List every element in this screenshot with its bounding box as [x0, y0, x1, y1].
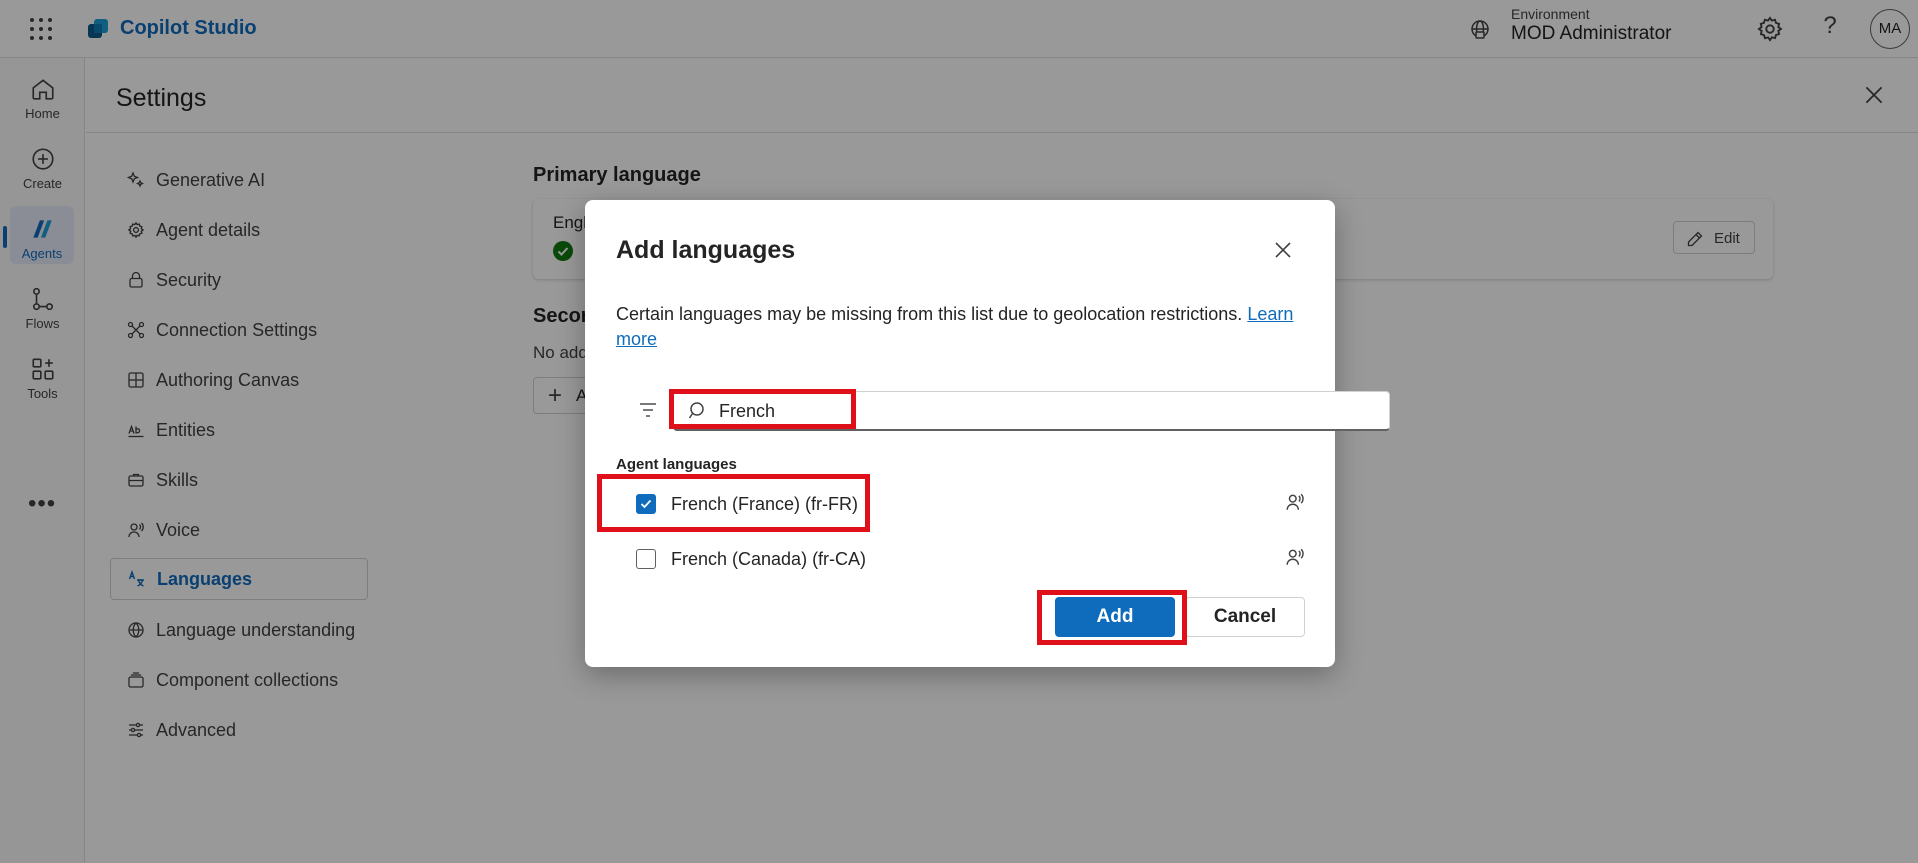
agent-languages-label: Agent languages [616, 456, 737, 473]
voice-icon [1286, 493, 1304, 510]
cancel-button[interactable]: Cancel [1185, 597, 1305, 637]
dialog-title: Add languages [616, 236, 796, 264]
language-option-fr-ca[interactable]: French (Canada) (fr-CA) [636, 545, 1326, 575]
search-highlight-box [669, 389, 856, 429]
dialog-description-text: Certain languages may be missing from th… [616, 304, 1243, 324]
add-button-highlight-box [1037, 590, 1187, 645]
checkbox-highlight-box [597, 474, 870, 532]
close-icon[interactable] [1271, 238, 1295, 262]
voice-icon [1286, 548, 1304, 565]
add-languages-dialog: Add languages Certain languages may be m… [585, 200, 1390, 667]
dialog-description: Certain languages may be missing from th… [616, 302, 1306, 352]
language-option-label: French (Canada) (fr-CA) [671, 549, 867, 569]
filter-icon[interactable] [638, 401, 658, 419]
checkbox-unchecked[interactable] [636, 549, 656, 569]
